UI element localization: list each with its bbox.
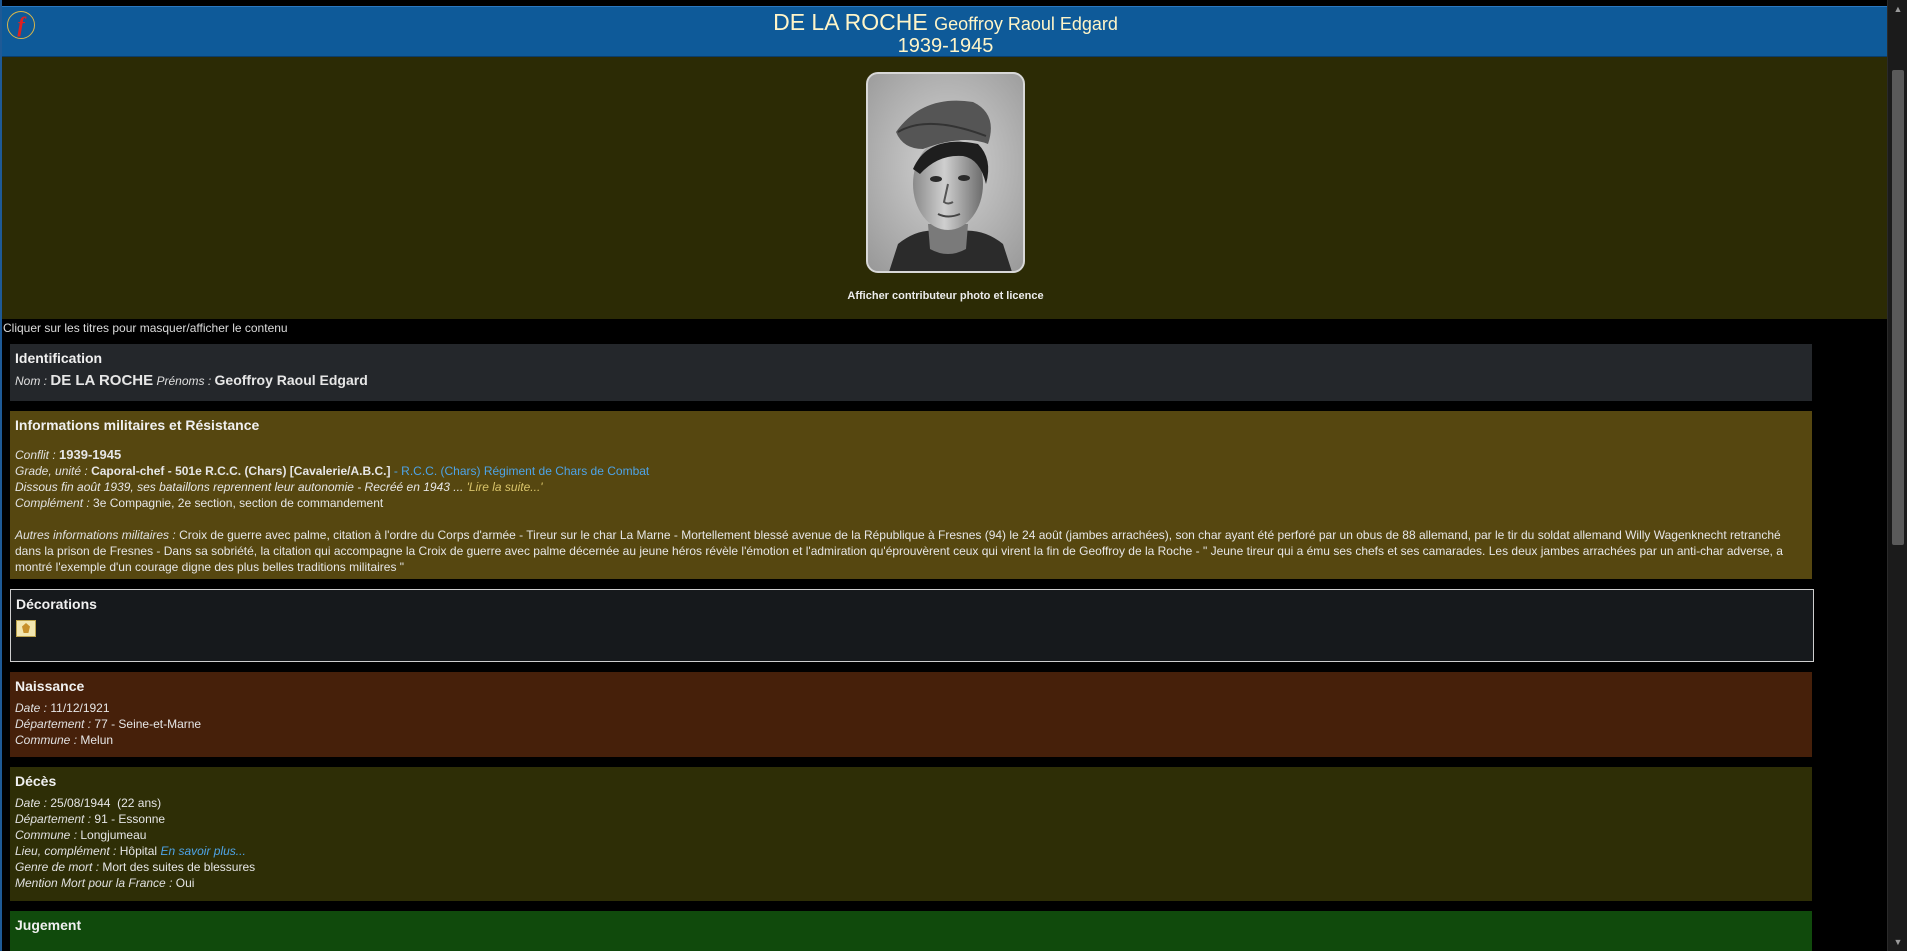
conflit-row: Conflit : 1939-1945	[15, 447, 1807, 463]
autres-value: Croix de guerre avec palme, citation à l…	[15, 528, 1783, 574]
section-decorations: Décorations	[10, 589, 1814, 662]
regiment-link[interactable]: - R.C.C. (Chars) Régiment de Chars de Co…	[394, 464, 649, 478]
nom-label: Nom :	[15, 374, 48, 388]
scroll-up-icon[interactable]: ▲	[1888, 0, 1907, 18]
naissance-dept-label: Département :	[15, 717, 92, 731]
conflit-label: Conflit :	[15, 448, 56, 462]
deces-commune-value: Longjumeau	[80, 828, 147, 842]
autres-label: Autres informations militaires :	[15, 528, 176, 542]
section-title-identification[interactable]: Identification	[15, 350, 1807, 366]
nom-value: DE LA ROCHE	[50, 372, 154, 389]
deces-dept-row: Département : 91 - Essonne	[15, 811, 1807, 827]
section-title-military[interactable]: Informations militaires et Résistance	[15, 417, 1807, 433]
naissance-dept-value: 77 - Seine-et-Marne	[94, 717, 202, 731]
deces-date-value: 25/08/1944 (22 ans)	[50, 796, 162, 810]
complement-label: Complément :	[15, 496, 90, 510]
portrait-image	[868, 74, 1023, 271]
deces-lieu-value: Hôpital	[119, 844, 158, 858]
en-savoir-plus-link[interactable]: En savoir plus...	[160, 844, 245, 858]
identification-row: Nom : DE LA ROCHE Prénoms : Geoffroy Rao…	[15, 372, 1807, 389]
deces-genre-label: Genre de mort :	[15, 860, 100, 874]
deces-commune-label: Commune :	[15, 828, 78, 842]
section-deces: Décès Date : 25/08/1944 (22 ans) Départe…	[10, 767, 1812, 901]
toggle-hint: Cliquer sur les titres pour masquer/affi…	[3, 321, 288, 335]
title-surname: DE LA ROCHE	[773, 9, 928, 35]
croix-de-guerre-icon[interactable]	[16, 620, 36, 637]
vertical-scrollbar[interactable]: ▲ ▼	[1887, 0, 1907, 951]
section-jugement: Jugement	[10, 911, 1812, 951]
section-military: Informations militaires et Résistance Co…	[10, 411, 1812, 579]
complement-value: 3e Compagnie, 2e section, section de com…	[93, 496, 384, 510]
grade-value: Caporal-chef - 501e R.C.C. (Chars) [Cava…	[91, 464, 391, 478]
section-title-decorations[interactable]: Décorations	[16, 596, 1808, 612]
grade-label: Grade, unité :	[15, 464, 88, 478]
scroll-down-icon[interactable]: ▼	[1888, 933, 1907, 951]
title-given-names: Geoffroy Raoul Edgard	[934, 14, 1118, 34]
complement-row: Complément : 3e Compagnie, 2e section, s…	[15, 495, 1807, 511]
deces-mention-value: Oui	[175, 876, 195, 890]
deces-lieu-row: Lieu, complément : Hôpital En savoir plu…	[15, 843, 1807, 859]
section-title-deces[interactable]: Décès	[15, 773, 1807, 789]
deces-date-label: Date :	[15, 796, 48, 810]
lire-suite-link[interactable]: 'Lire la suite...'	[467, 480, 543, 494]
page-header: f DE LA ROCHE Geoffroy Raoul Edgard 1939…	[2, 6, 1889, 57]
deces-mention-label: Mention Mort pour la France :	[15, 876, 173, 890]
deces-dept-value: 91 - Essonne	[94, 812, 166, 826]
deces-date-row: Date : 25/08/1944 (22 ans)	[15, 795, 1807, 811]
section-title-jugement[interactable]: Jugement	[15, 917, 1807, 933]
prenoms-label: Prénoms :	[156, 374, 212, 388]
prenoms-value: Geoffroy Raoul Edgard	[214, 372, 368, 388]
photo-area: Afficher contributeur photo et licence	[2, 57, 1889, 319]
section-title-naissance[interactable]: Naissance	[15, 678, 1807, 694]
deces-lieu-label: Lieu, complément :	[15, 844, 117, 858]
photo-credit-link[interactable]: Afficher contributeur photo et licence	[2, 290, 1889, 302]
naissance-commune-label: Commune :	[15, 733, 78, 747]
page: f DE LA ROCHE Geoffroy Raoul Edgard 1939…	[0, 0, 1889, 951]
scroll-thumb[interactable]	[1892, 70, 1904, 545]
title-period: 1939-1945	[897, 35, 994, 57]
deces-mention-row: Mention Mort pour la France : Oui	[15, 875, 1807, 891]
section-naissance: Naissance Date : 11/12/1921 Département …	[10, 672, 1812, 757]
naissance-date-label: Date :	[15, 701, 48, 715]
deces-genre-row: Genre de mort : Mort des suites de bless…	[15, 859, 1807, 875]
naissance-dept-row: Département : 77 - Seine-et-Marne	[15, 716, 1807, 732]
naissance-date-value: 11/12/1921	[50, 701, 110, 715]
deces-dept-label: Département :	[15, 812, 92, 826]
deces-genre-value: Mort des suites de blessures	[102, 860, 256, 874]
grade-row: Grade, unité : Caporal-chef - 501e R.C.C…	[15, 463, 1807, 479]
naissance-date-row: Date : 11/12/1921	[15, 700, 1807, 716]
dissous-row: Dissous fin août 1939, ses bataillons re…	[15, 479, 1807, 495]
page-title: DE LA ROCHE Geoffroy Raoul Edgard	[2, 10, 1889, 36]
dissous-text: Dissous fin août 1939, ses bataillons re…	[15, 480, 464, 494]
section-identification: Identification Nom : DE LA ROCHE Prénoms…	[10, 344, 1812, 401]
naissance-commune-value: Melun	[80, 733, 114, 747]
portrait-photo[interactable]	[866, 72, 1025, 273]
conflit-value: 1939-1945	[59, 447, 122, 462]
naissance-commune-row: Commune : Melun	[15, 732, 1807, 748]
autres-row: Autres informations militaires : Croix d…	[15, 527, 1807, 575]
deces-commune-row: Commune : Longjumeau	[15, 827, 1807, 843]
